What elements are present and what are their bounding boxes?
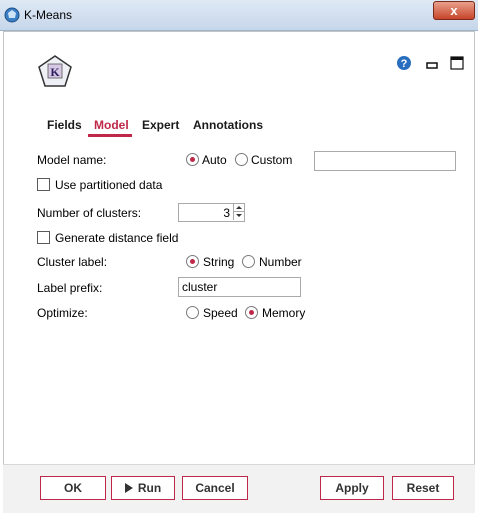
dialog-body <box>3 31 475 513</box>
svg-text:?: ? <box>401 58 408 70</box>
num-clusters-stepper[interactable]: 3 <box>178 203 245 222</box>
close-icon[interactable]: x <box>433 1 475 20</box>
tab-model[interactable]: Model <box>94 118 129 132</box>
spin-up-icon[interactable] <box>233 204 244 212</box>
cluster-label-number-label[interactable]: Number <box>259 255 302 269</box>
custom-model-name-input[interactable] <box>314 151 456 171</box>
tab-expert[interactable]: Expert <box>142 118 179 132</box>
ok-button[interactable]: OK <box>40 476 106 500</box>
cluster-label-label: Cluster label: <box>37 255 108 269</box>
model-name-custom-radio[interactable] <box>235 153 248 166</box>
apply-button[interactable]: Apply <box>320 476 384 500</box>
kmeans-node-icon: K <box>38 55 72 87</box>
cluster-label-string-radio[interactable] <box>186 255 199 268</box>
optimize-memory-radio[interactable] <box>245 306 258 319</box>
app-icon <box>4 7 20 23</box>
optimize-label: Optimize: <box>37 306 88 320</box>
title-bar: K-Means x <box>0 0 478 31</box>
run-button[interactable]: Run <box>111 476 175 500</box>
optimize-speed-label[interactable]: Speed <box>203 306 238 320</box>
cluster-label-string-label[interactable]: String <box>203 255 234 269</box>
label-prefix-input[interactable] <box>178 277 301 297</box>
help-icon[interactable]: ? <box>397 56 411 70</box>
maximize-icon[interactable] <box>450 56 464 70</box>
node-icon-letter: K <box>50 65 60 79</box>
reset-button[interactable]: Reset <box>392 476 454 500</box>
cancel-button[interactable]: Cancel <box>182 476 248 500</box>
label-prefix-label: Label prefix: <box>37 281 103 295</box>
run-button-label: Run <box>137 481 162 495</box>
tab-fields[interactable]: Fields <box>47 118 82 132</box>
model-name-auto-label[interactable]: Auto <box>202 153 227 167</box>
num-clusters-value: 3 <box>223 206 230 220</box>
minimize-icon[interactable] <box>425 58 439 70</box>
optimize-memory-label[interactable]: Memory <box>262 306 305 320</box>
model-name-custom-label[interactable]: Custom <box>251 153 292 167</box>
spin-down-icon[interactable] <box>233 212 244 220</box>
model-name-auto-radio[interactable] <box>186 153 199 166</box>
cluster-label-number-radio[interactable] <box>242 255 255 268</box>
num-clusters-label: Number of clusters: <box>37 206 142 220</box>
use-partitioned-checkbox[interactable] <box>37 178 50 191</box>
tab-annotations[interactable]: Annotations <box>193 118 263 132</box>
model-name-label: Model name: <box>37 153 107 167</box>
run-icon <box>124 483 133 493</box>
generate-distance-checkbox[interactable] <box>37 231 50 244</box>
generate-distance-label[interactable]: Generate distance field <box>55 231 178 245</box>
use-partitioned-label[interactable]: Use partitioned data <box>55 178 162 192</box>
window-title: K-Means <box>24 8 73 22</box>
optimize-speed-radio[interactable] <box>186 306 199 319</box>
active-tab-indicator <box>88 134 132 137</box>
